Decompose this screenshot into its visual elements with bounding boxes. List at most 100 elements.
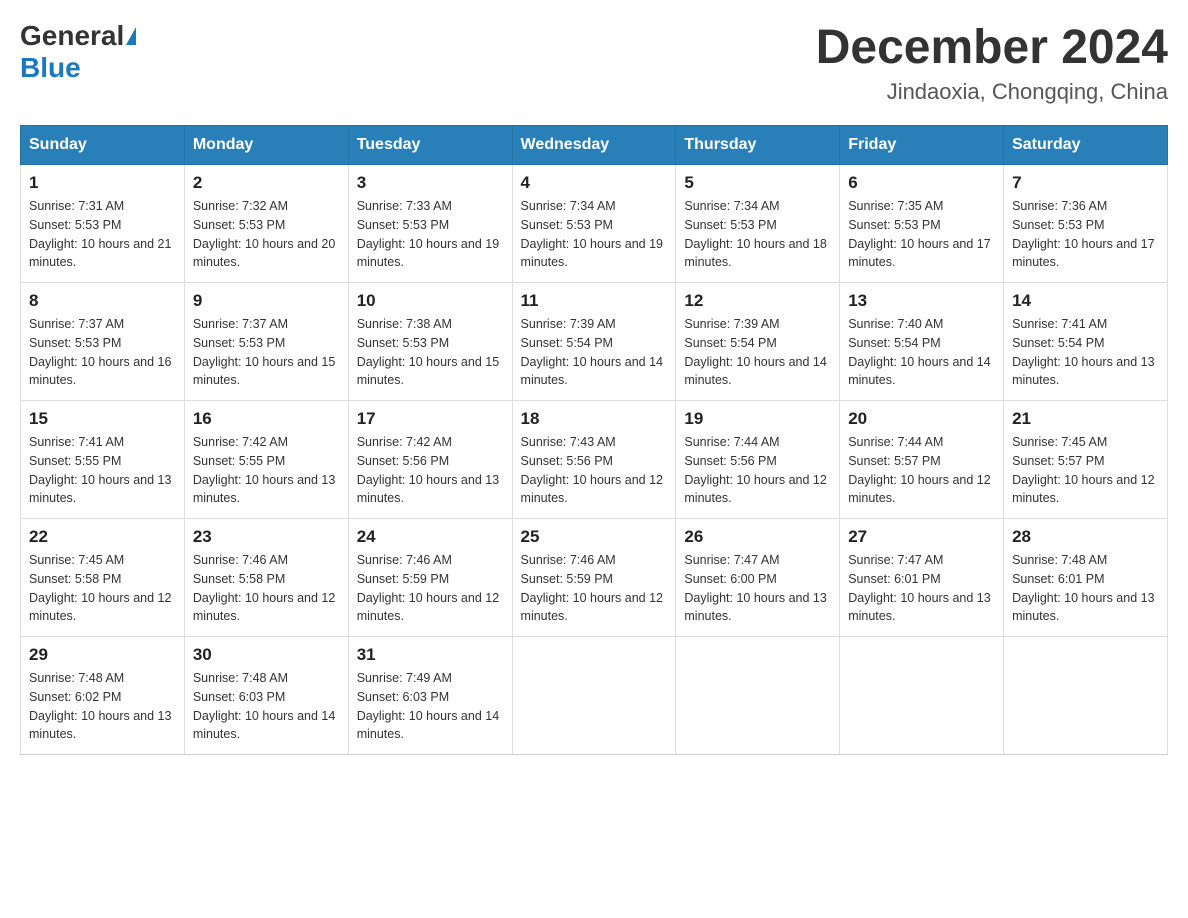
day-info: Sunrise: 7:47 AMSunset: 6:01 PMDaylight:… <box>848 551 995 626</box>
day-info: Sunrise: 7:32 AMSunset: 5:53 PMDaylight:… <box>193 197 340 272</box>
calendar-cell: 3Sunrise: 7:33 AMSunset: 5:53 PMDaylight… <box>348 165 512 283</box>
logo-triangle-icon <box>126 27 136 45</box>
day-info: Sunrise: 7:48 AMSunset: 6:03 PMDaylight:… <box>193 669 340 744</box>
calendar-cell: 2 Sunrise: 7:32 AMSunset: 5:53 PMDaylight… <box>184 165 348 283</box>
calendar-cell: 9 Sunrise: 7:37 AMSunset: 5:53 PMDaylight… <box>184 283 348 401</box>
day-number: 24 <box>357 527 504 547</box>
calendar-week-4: 22Sunrise: 7:45 AMSunset: 5:58 PMDayligh… <box>21 519 1168 637</box>
calendar-cell: 4 Sunrise: 7:34 AMSunset: 5:53 PMDaylight… <box>512 165 676 283</box>
calendar-cell: 30Sunrise: 7:48 AMSunset: 6:03 PMDayligh… <box>184 637 348 755</box>
calendar-cell <box>1004 637 1168 755</box>
page-header: General Blue December 2024 Jindaoxia, Ch… <box>20 20 1168 105</box>
day-info: Sunrise: 7:39 AMSunset: 5:54 PMDaylight:… <box>684 315 831 390</box>
calendar-cell: 10 Sunrise: 7:38 AMSunset: 5:53 PMDayligh… <box>348 283 512 401</box>
location-title: Jindaoxia, Chongqing, China <box>816 79 1168 105</box>
day-info: Sunrise: 7:46 AMSunset: 5:58 PMDaylight:… <box>193 551 340 626</box>
day-info: Sunrise: 7:40 AMSunset: 5:54 PMDaylight:… <box>848 315 995 390</box>
day-number: 9 <box>193 291 340 311</box>
day-number: 12 <box>684 291 831 311</box>
calendar-cell: 11 Sunrise: 7:39 AMSunset: 5:54 PMDayligh… <box>512 283 676 401</box>
calendar-cell: 25Sunrise: 7:46 AMSunset: 5:59 PMDayligh… <box>512 519 676 637</box>
day-number: 8 <box>29 291 176 311</box>
day-info: Sunrise: 7:46 AMSunset: 5:59 PMDaylight:… <box>357 551 504 626</box>
day-info: Sunrise: 7:34 AMSunset: 5:53 PMDaylight:… <box>684 197 831 272</box>
day-number: 28 <box>1012 527 1159 547</box>
day-info: Sunrise: 7:44 AMSunset: 5:57 PMDaylight:… <box>848 433 995 508</box>
day-info: Sunrise: 7:33 AMSunset: 5:53 PMDaylight:… <box>357 197 504 272</box>
day-number: 2 <box>193 173 340 193</box>
day-info: Sunrise: 7:43 AMSunset: 5:56 PMDaylight:… <box>521 433 668 508</box>
calendar-cell: 27 Sunrise: 7:47 AMSunset: 6:01 PMDayligh… <box>840 519 1004 637</box>
calendar-header-monday: Monday <box>184 126 348 165</box>
calendar-cell <box>676 637 840 755</box>
day-info: Sunrise: 7:35 AMSunset: 5:53 PMDaylight:… <box>848 197 995 272</box>
day-number: 5 <box>684 173 831 193</box>
day-info: Sunrise: 7:42 AMSunset: 5:55 PMDaylight:… <box>193 433 340 508</box>
calendar-cell: 8 Sunrise: 7:37 AMSunset: 5:53 PMDaylight… <box>21 283 185 401</box>
day-number: 19 <box>684 409 831 429</box>
day-info: Sunrise: 7:37 AMSunset: 5:53 PMDaylight:… <box>193 315 340 390</box>
calendar-cell: 13Sunrise: 7:40 AMSunset: 5:54 PMDayligh… <box>840 283 1004 401</box>
day-info: Sunrise: 7:42 AMSunset: 5:56 PMDaylight:… <box>357 433 504 508</box>
day-number: 15 <box>29 409 176 429</box>
day-info: Sunrise: 7:37 AMSunset: 5:53 PMDaylight:… <box>29 315 176 390</box>
day-info: Sunrise: 7:38 AMSunset: 5:53 PMDaylight:… <box>357 315 504 390</box>
day-info: Sunrise: 7:49 AMSunset: 6:03 PMDaylight:… <box>357 669 504 744</box>
day-number: 11 <box>521 291 668 311</box>
day-info: Sunrise: 7:45 AMSunset: 5:57 PMDaylight:… <box>1012 433 1159 508</box>
day-number: 29 <box>29 645 176 665</box>
calendar-cell: 14Sunrise: 7:41 AMSunset: 5:54 PMDayligh… <box>1004 283 1168 401</box>
day-number: 23 <box>193 527 340 547</box>
calendar-cell: 23 Sunrise: 7:46 AMSunset: 5:58 PMDayligh… <box>184 519 348 637</box>
day-number: 10 <box>357 291 504 311</box>
day-number: 27 <box>848 527 995 547</box>
calendar-cell: 19 Sunrise: 7:44 AMSunset: 5:56 PMDayligh… <box>676 401 840 519</box>
calendar-cell: 20 Sunrise: 7:44 AMSunset: 5:57 PMDayligh… <box>840 401 1004 519</box>
day-number: 1 <box>29 173 176 193</box>
day-info: Sunrise: 7:41 AMSunset: 5:55 PMDaylight:… <box>29 433 176 508</box>
day-number: 6 <box>848 173 995 193</box>
day-info: Sunrise: 7:41 AMSunset: 5:54 PMDaylight:… <box>1012 315 1159 390</box>
calendar-header-sunday: Sunday <box>21 126 185 165</box>
calendar-cell: 18 Sunrise: 7:43 AMSunset: 5:56 PMDayligh… <box>512 401 676 519</box>
calendar-cell: 5 Sunrise: 7:34 AMSunset: 5:53 PMDaylight… <box>676 165 840 283</box>
calendar-week-1: 1 Sunrise: 7:31 AMSunset: 5:53 PMDaylight… <box>21 165 1168 283</box>
day-number: 7 <box>1012 173 1159 193</box>
calendar-table: SundayMondayTuesdayWednesdayThursdayFrid… <box>20 125 1168 755</box>
calendar-cell: 6 Sunrise: 7:35 AMSunset: 5:53 PMDaylight… <box>840 165 1004 283</box>
day-info: Sunrise: 7:44 AMSunset: 5:56 PMDaylight:… <box>684 433 831 508</box>
day-number: 17 <box>357 409 504 429</box>
day-info: Sunrise: 7:46 AMSunset: 5:59 PMDaylight:… <box>521 551 668 626</box>
calendar-cell: 28Sunrise: 7:48 AMSunset: 6:01 PMDayligh… <box>1004 519 1168 637</box>
title-section: December 2024 Jindaoxia, Chongqing, Chin… <box>816 20 1168 105</box>
calendar-cell: 21Sunrise: 7:45 AMSunset: 5:57 PMDayligh… <box>1004 401 1168 519</box>
logo: General Blue <box>20 20 136 84</box>
day-info: Sunrise: 7:36 AMSunset: 5:53 PMDaylight:… <box>1012 197 1159 272</box>
calendar-cell: 1 Sunrise: 7:31 AMSunset: 5:53 PMDaylight… <box>21 165 185 283</box>
calendar-cell: 15 Sunrise: 7:41 AMSunset: 5:55 PMDayligh… <box>21 401 185 519</box>
day-info: Sunrise: 7:47 AMSunset: 6:00 PMDaylight:… <box>684 551 831 626</box>
calendar-cell: 31Sunrise: 7:49 AMSunset: 6:03 PMDayligh… <box>348 637 512 755</box>
day-number: 20 <box>848 409 995 429</box>
day-number: 18 <box>521 409 668 429</box>
day-number: 4 <box>521 173 668 193</box>
calendar-week-3: 15 Sunrise: 7:41 AMSunset: 5:55 PMDayligh… <box>21 401 1168 519</box>
calendar-cell <box>512 637 676 755</box>
calendar-header-row: SundayMondayTuesdayWednesdayThursdayFrid… <box>21 126 1168 165</box>
calendar-cell: 12 Sunrise: 7:39 AMSunset: 5:54 PMDayligh… <box>676 283 840 401</box>
calendar-cell: 24 Sunrise: 7:46 AMSunset: 5:59 PMDayligh… <box>348 519 512 637</box>
calendar-cell: 22Sunrise: 7:45 AMSunset: 5:58 PMDayligh… <box>21 519 185 637</box>
day-info: Sunrise: 7:48 AMSunset: 6:02 PMDaylight:… <box>29 669 176 744</box>
calendar-cell: 17 Sunrise: 7:42 AMSunset: 5:56 PMDayligh… <box>348 401 512 519</box>
calendar-cell: 7 Sunrise: 7:36 AMSunset: 5:53 PMDaylight… <box>1004 165 1168 283</box>
calendar-header-saturday: Saturday <box>1004 126 1168 165</box>
calendar-cell: 26Sunrise: 7:47 AMSunset: 6:00 PMDayligh… <box>676 519 840 637</box>
day-info: Sunrise: 7:34 AMSunset: 5:53 PMDaylight:… <box>521 197 668 272</box>
calendar-cell: 16Sunrise: 7:42 AMSunset: 5:55 PMDayligh… <box>184 401 348 519</box>
day-number: 22 <box>29 527 176 547</box>
day-info: Sunrise: 7:39 AMSunset: 5:54 PMDaylight:… <box>521 315 668 390</box>
day-info: Sunrise: 7:31 AMSunset: 5:53 PMDaylight:… <box>29 197 176 272</box>
calendar-cell <box>840 637 1004 755</box>
logo-general-text: General <box>20 20 124 52</box>
calendar-cell: 29 Sunrise: 7:48 AMSunset: 6:02 PMDayligh… <box>21 637 185 755</box>
